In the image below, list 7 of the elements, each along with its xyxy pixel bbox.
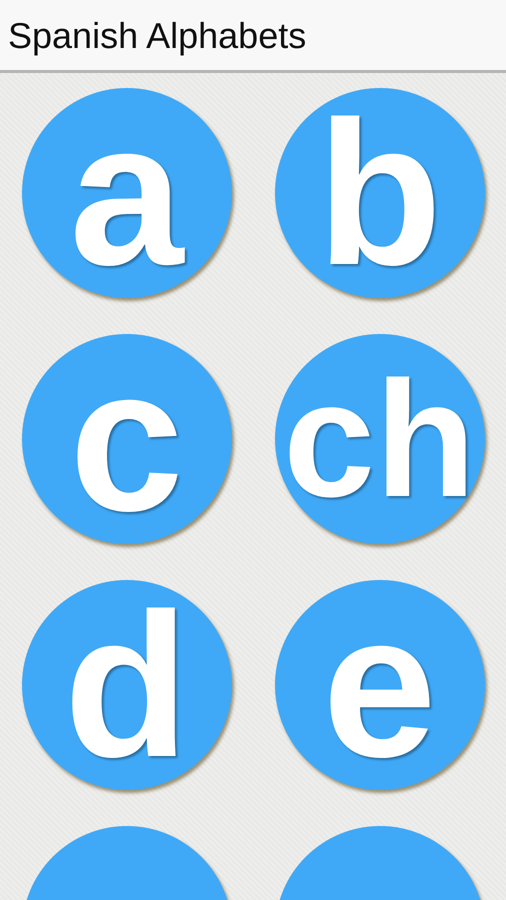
letter-button[interactable]: c bbox=[22, 334, 232, 544]
letter-button[interactable]: ch bbox=[274, 334, 484, 544]
letter-button[interactable]: e bbox=[274, 580, 484, 790]
letter-button[interactable]: a bbox=[22, 88, 232, 298]
letter-button[interactable]: b bbox=[274, 88, 484, 298]
app-title: Spanish Alphabets bbox=[8, 14, 306, 58]
letter-button[interactable]: d bbox=[22, 580, 232, 790]
